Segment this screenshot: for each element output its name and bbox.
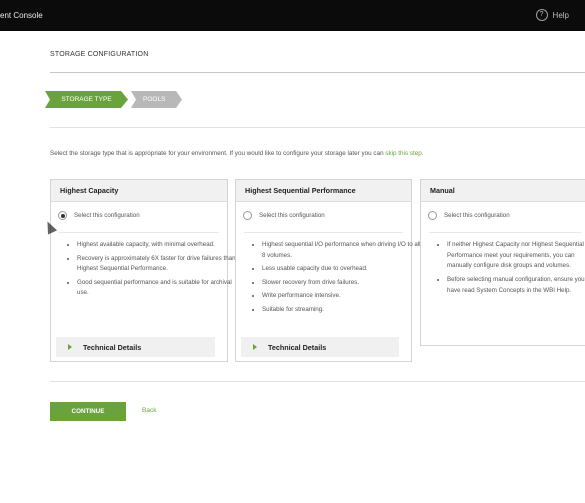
page-title: STORAGE CONFIGURATION (50, 51, 149, 58)
list-item: Slower recovery from drive failures. (262, 278, 422, 289)
option-title: Highest Sequential Performance (236, 180, 411, 202)
intro-text: Select the storage type that is appropri… (50, 150, 423, 157)
list-item: Less usable capacity due to overhead. (262, 264, 422, 275)
select-configuration-radio[interactable]: Select this configuration (58, 211, 140, 220)
details-label: Technical Details (268, 342, 327, 352)
app-title: ent Console (0, 11, 43, 20)
intro-sentence: Select the storage type that is appropri… (50, 150, 386, 157)
radio-button[interactable] (428, 211, 437, 220)
step-storage-type[interactable]: STORAGE TYPE (45, 91, 128, 108)
list-item: Write performance intensive. (262, 291, 422, 302)
card-divider (429, 232, 581, 233)
steps-divider (50, 127, 585, 128)
radio-button[interactable] (58, 211, 67, 220)
select-label: Select this configuration (74, 212, 140, 219)
option-title: Highest Capacity (51, 180, 227, 202)
list-item: Before selecting manual configuration, e… (447, 275, 585, 296)
caret-right-icon (253, 344, 257, 350)
card-divider (59, 232, 219, 233)
select-configuration-radio[interactable]: Select this configuration (428, 211, 510, 220)
list-item: Suitable for streaming. (262, 305, 422, 316)
back-link[interactable]: Back (142, 407, 156, 414)
option-card-manual[interactable]: Manual Select this configuration If neit… (420, 179, 585, 346)
list-item: Highest available capacity, with minimal… (77, 240, 237, 251)
top-bar: ent Console ? Help (0, 0, 585, 31)
feature-list: Highest sequential I/O performance when … (246, 240, 422, 318)
feature-list: If neither Highest Capacity nor Highest … (431, 240, 585, 299)
radio-button[interactable] (243, 211, 252, 220)
continue-button[interactable]: CONTINUE (50, 402, 126, 421)
question-circle-icon: ? (535, 9, 548, 21)
option-card-highest-capacity[interactable]: Highest Capacity Select this configurati… (50, 179, 236, 362)
list-item: Recovery is approximately 6X faster for … (77, 254, 237, 275)
select-label: Select this configuration (444, 212, 510, 219)
card-divider (244, 232, 403, 233)
heading-divider (50, 72, 585, 73)
actions-divider (50, 381, 585, 382)
technical-details-toggle[interactable]: Technical Details (56, 337, 215, 357)
select-configuration-radio[interactable]: Select this configuration (243, 211, 325, 220)
caret-right-icon (68, 344, 72, 350)
list-item: Good sequential performance and is suita… (77, 278, 237, 299)
option-card-highest-sequential-performance[interactable]: Highest Sequential Performance Select th… (235, 179, 421, 362)
help-link[interactable]: ? Help (535, 9, 569, 21)
details-label: Technical Details (83, 342, 142, 352)
step-pools[interactable]: POOLS (131, 91, 182, 108)
select-label: Select this configuration (259, 212, 325, 219)
feature-list: Highest available capacity, with minimal… (61, 240, 237, 302)
option-title: Manual (421, 180, 585, 202)
skip-step-link[interactable]: skip this step. (385, 150, 423, 157)
help-label: Help (552, 10, 569, 20)
list-item: If neither Highest Capacity nor Highest … (447, 240, 585, 272)
technical-details-toggle[interactable]: Technical Details (241, 337, 399, 357)
list-item: Highest sequential I/O performance when … (262, 240, 422, 261)
